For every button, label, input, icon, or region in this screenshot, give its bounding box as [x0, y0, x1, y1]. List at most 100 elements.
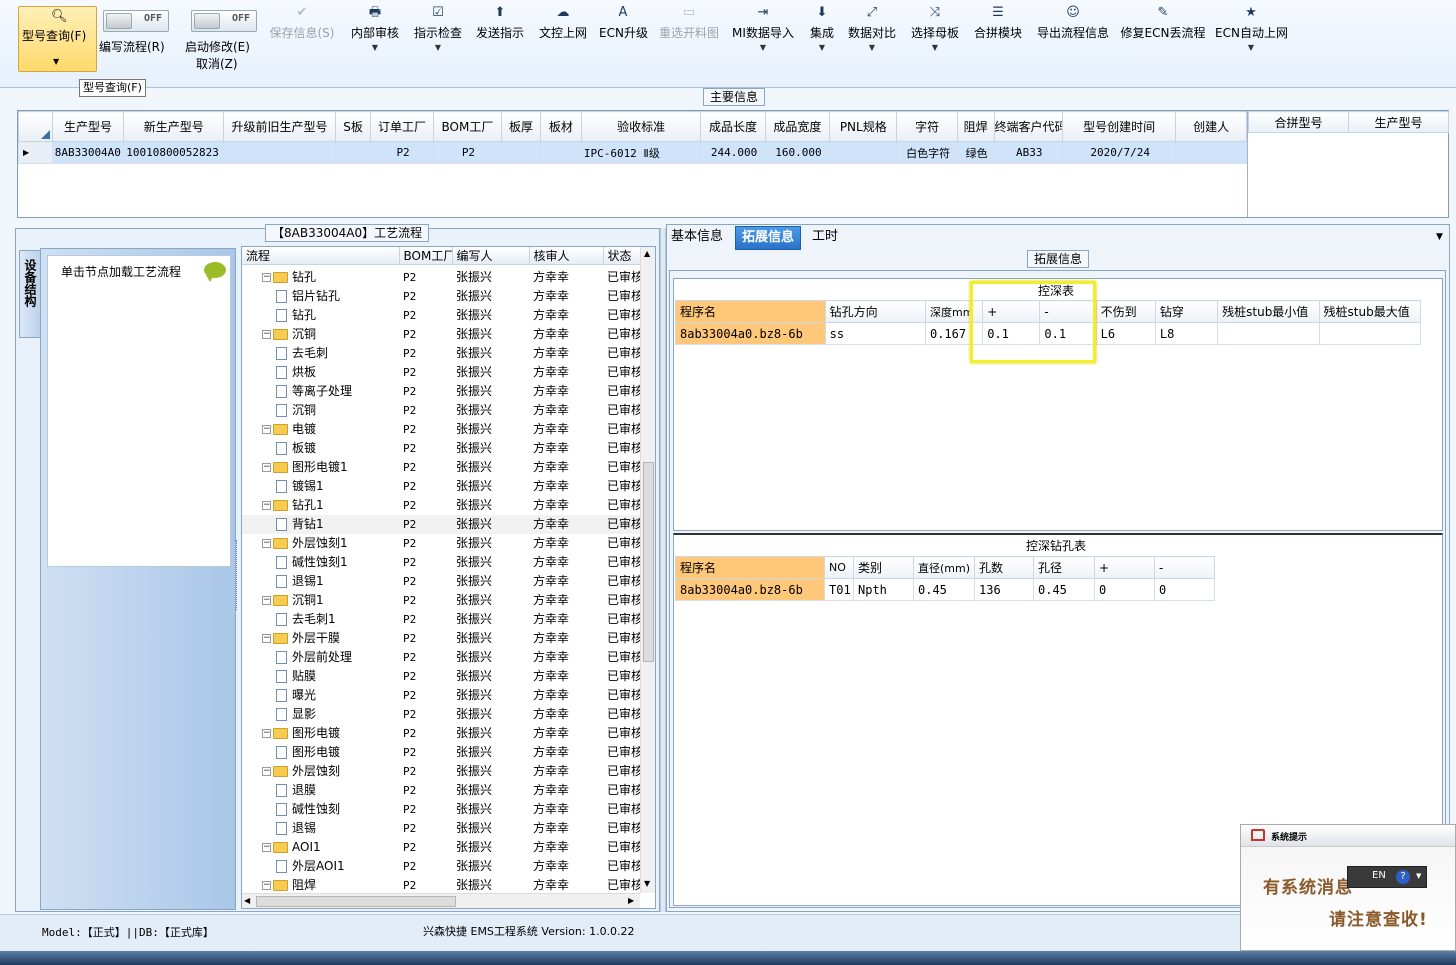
main-cell-5[interactable]: P2: [432, 141, 503, 164]
tree-node[interactable]: − AOI1: [242, 838, 399, 857]
cell-bom[interactable]: P2: [399, 477, 452, 496]
cell-drill-through[interactable]: L8: [1154, 322, 1219, 345]
cell-status[interactable]: 已审核: [603, 572, 640, 591]
ecn-upgrade-button[interactable]: A ECN升级: [599, 2, 648, 72]
chevron-down-icon[interactable]: ▼: [730, 42, 796, 54]
chevron-down-icon[interactable]: ▼: [844, 42, 900, 54]
save-info-button[interactable]: ✔ 保存信息(S): [262, 2, 342, 72]
cell-reviewer[interactable]: 方幸幸: [529, 268, 603, 287]
cell-reviewer[interactable]: 方幸幸: [529, 591, 603, 610]
cell-bom[interactable]: P2: [399, 610, 452, 629]
table-row[interactable]: 8ab33004a0.bz8-6b T01 Npth 0.45 136 0.45…: [675, 578, 1215, 601]
chevron-down-icon[interactable]: ▼: [1215, 42, 1287, 54]
tree-row[interactable]: 显影 P2 张振兴 方幸幸 已审核: [242, 705, 640, 724]
tree-node[interactable]: 退锡1: [242, 572, 399, 591]
tree-row[interactable]: 退膜 P2 张振兴 方幸幸 已审核: [242, 781, 640, 800]
collapse-icon[interactable]: −: [262, 767, 271, 776]
main-cell-11[interactable]: [829, 141, 898, 164]
cell-reviewer[interactable]: 方幸幸: [529, 667, 603, 686]
col-plus[interactable]: +: [1094, 556, 1155, 579]
cell-status[interactable]: 已审核: [603, 724, 640, 743]
cell-reviewer[interactable]: 方幸幸: [529, 876, 603, 894]
main-col-4[interactable]: 订单工厂: [370, 111, 434, 142]
cell-status[interactable]: 已审核: [603, 534, 640, 553]
cell-writer[interactable]: 张振兴: [452, 515, 529, 534]
tree-hscrollbar[interactable]: ◀ ▶: [242, 893, 640, 908]
cell-status[interactable]: 已审核: [603, 325, 640, 344]
cell-bom[interactable]: P2: [399, 458, 452, 477]
main-cell-4[interactable]: P2: [370, 141, 434, 164]
main-cell-6[interactable]: [501, 141, 541, 164]
merge-col-merged-model[interactable]: 合拼型号: [1248, 111, 1349, 133]
tree-node[interactable]: 碱性蚀刻: [242, 800, 399, 819]
tree-row[interactable]: 板镀 P2 张振兴 方幸幸 已审核: [242, 439, 640, 458]
integrate-button[interactable]: ⬇ 集成 ▼: [806, 2, 838, 72]
col-bom[interactable]: BOM工厂: [399, 247, 453, 265]
tree-row[interactable]: − 外层蚀刻1 P2 张振兴 方幸幸 已审核: [242, 534, 640, 553]
cell-writer[interactable]: 张振兴: [452, 477, 529, 496]
cell-reviewer[interactable]: 方幸幸: [529, 344, 603, 363]
cell-reviewer[interactable]: 方幸幸: [529, 857, 603, 876]
main-cell-7[interactable]: [539, 141, 582, 164]
cell-writer[interactable]: 张振兴: [452, 363, 529, 382]
splitter-handle[interactable]: [236, 540, 240, 610]
cell-writer[interactable]: 张振兴: [452, 420, 529, 439]
cell-plus[interactable]: 0: [1094, 578, 1155, 601]
collapse-icon[interactable]: −: [262, 425, 271, 434]
cell-reviewer[interactable]: 方幸幸: [529, 610, 603, 629]
tree-row[interactable]: 退锡1 P2 张振兴 方幸幸 已审核: [242, 572, 640, 591]
cell-writer[interactable]: 张振兴: [452, 382, 529, 401]
tree-node[interactable]: − 沉铜1: [242, 591, 399, 610]
tree-node[interactable]: 图形电镀: [242, 743, 399, 762]
export-flow-info-button[interactable]: ☺ 导出流程信息: [1033, 2, 1113, 72]
cell-status[interactable]: 已审核: [603, 819, 640, 838]
cell-reviewer[interactable]: 方幸幸: [529, 705, 603, 724]
cell-bom[interactable]: P2: [399, 724, 452, 743]
tree-node[interactable]: 烘板: [242, 363, 399, 382]
chevron-down-icon[interactable]: ▼: [806, 42, 838, 54]
cell-reviewer[interactable]: 方幸幸: [529, 743, 603, 762]
col-stub-max[interactable]: 残桩stub最大值: [1318, 300, 1422, 323]
merge-module-button[interactable]: ☰ 合拼模块: [971, 2, 1025, 72]
cancel-button[interactable]: 取消(Z): [196, 55, 238, 72]
cell-status[interactable]: 已审核: [603, 477, 640, 496]
cell-category[interactable]: Npth: [853, 578, 914, 601]
cell-bom[interactable]: P2: [399, 838, 452, 857]
cell-writer[interactable]: 张振兴: [452, 781, 529, 800]
cell-bom[interactable]: P2: [399, 591, 452, 610]
tree-row[interactable]: 去毛刺 P2 张振兴 方幸幸 已审核: [242, 344, 640, 363]
tree-node[interactable]: − 电镀: [242, 420, 399, 439]
tree-node[interactable]: 板镀: [242, 439, 399, 458]
edit-flow-label[interactable]: 编写流程(R): [99, 38, 165, 55]
cell-status[interactable]: 已审核: [603, 344, 640, 363]
reselect-cutting-button[interactable]: ▭ 重选开料图: [656, 2, 722, 72]
main-col-7[interactable]: 板材: [539, 111, 582, 142]
tree-row[interactable]: 镀锡1 P2 张振兴 方幸幸 已审核: [242, 477, 640, 496]
tree-row[interactable]: 贴膜 P2 张振兴 方幸幸 已审核: [242, 667, 640, 686]
tree-row[interactable]: 外层AOI1 P2 张振兴 方幸幸 已审核: [242, 857, 640, 876]
tree-node[interactable]: 背钻1: [242, 515, 399, 534]
cell-writer[interactable]: 张振兴: [452, 876, 529, 894]
cell-writer[interactable]: 张振兴: [452, 572, 529, 591]
tree-node[interactable]: 去毛刺: [242, 344, 399, 363]
col-no-damage[interactable]: 不伤到: [1095, 300, 1156, 323]
cell-writer[interactable]: 张振兴: [452, 325, 529, 344]
tree-node[interactable]: − 图形电镀1: [242, 458, 399, 477]
cell-reviewer[interactable]: 方幸幸: [529, 629, 603, 648]
cell-bom[interactable]: P2: [399, 306, 452, 325]
cell-status[interactable]: 已审核: [603, 439, 640, 458]
cell-bom[interactable]: P2: [399, 686, 452, 705]
merge-col-production-model[interactable]: 生产型号: [1348, 111, 1449, 133]
cell-writer[interactable]: 张振兴: [452, 667, 529, 686]
main-col-9[interactable]: 成品长度: [700, 111, 766, 142]
tree-row[interactable]: − 阻焊 P2 张振兴 方幸幸 已审核: [242, 876, 640, 894]
main-col-8[interactable]: 验收标准: [580, 111, 702, 142]
cell-no[interactable]: T01: [824, 578, 854, 601]
collapse-icon[interactable]: −: [262, 501, 271, 510]
tree-row[interactable]: 等离子处理 P2 张振兴 方幸幸 已审核: [242, 382, 640, 401]
cell-writer[interactable]: 张振兴: [452, 344, 529, 363]
tab-extended-info[interactable]: 拓展信息: [735, 226, 802, 250]
cell-bom[interactable]: P2: [399, 572, 452, 591]
tree-node[interactable]: − 阻焊: [242, 876, 399, 894]
cell-bom[interactable]: P2: [399, 325, 452, 344]
